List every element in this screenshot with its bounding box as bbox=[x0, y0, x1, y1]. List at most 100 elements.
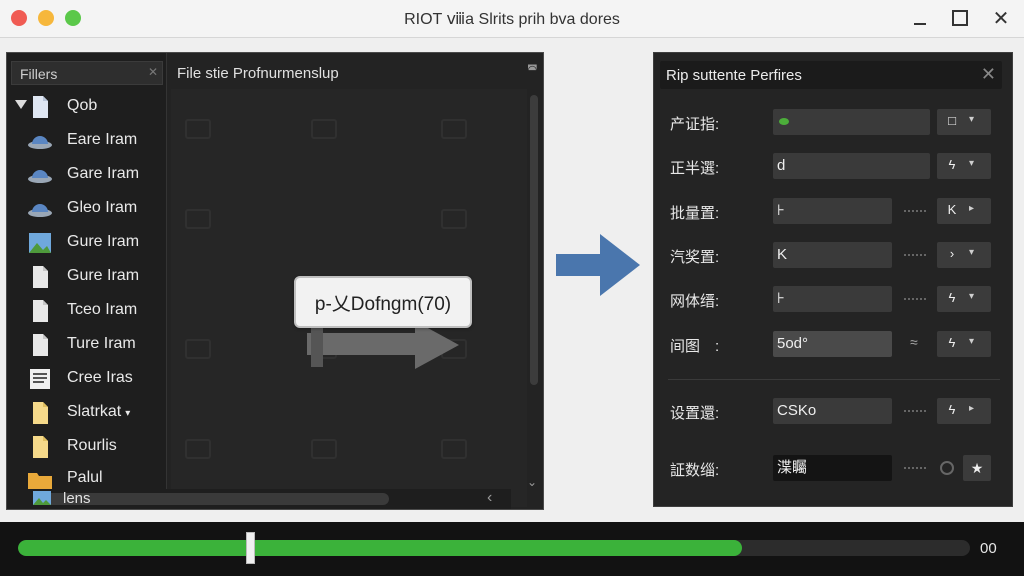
ghost-thumbnail bbox=[441, 119, 467, 139]
ghost-thumbnail bbox=[185, 439, 211, 459]
document-icon bbox=[30, 369, 50, 389]
close-button[interactable]: ✕ bbox=[987, 6, 1015, 30]
list-item[interactable]: Gure Iram bbox=[7, 261, 167, 293]
ghost-thumbnail bbox=[441, 439, 467, 459]
expand-arrow-icon[interactable] bbox=[15, 100, 27, 109]
property-button[interactable]: K ▸ bbox=[937, 198, 991, 224]
hat-icon bbox=[28, 136, 52, 149]
property-field[interactable]: ⊦ bbox=[773, 198, 892, 224]
property-label: 产证指: bbox=[670, 116, 720, 133]
property-row: 批量置: ⊦ K ▸ bbox=[654, 198, 1014, 226]
property-row: 証数缁: 渫矚 ★ bbox=[654, 455, 1014, 483]
list-item[interactable]: Eare Iram bbox=[7, 125, 167, 157]
list-item[interactable]: Slatrkat ▾ bbox=[7, 397, 167, 429]
list-item[interactable]: Cree Iras bbox=[7, 363, 167, 395]
ghost-thumbnail bbox=[311, 119, 337, 139]
vertical-scrollbar[interactable]: ◚ ⌄ bbox=[525, 61, 543, 501]
property-label: 汽奖置: bbox=[670, 249, 720, 266]
file-list-header[interactable]: Fillers ✕ bbox=[11, 61, 163, 85]
ghost-thumbnail bbox=[185, 119, 211, 139]
list-item-label: Ture Iram bbox=[67, 335, 136, 352]
list-item[interactable]: Rourlis bbox=[7, 431, 167, 463]
list-item-label: Gare Iram bbox=[67, 165, 140, 182]
property-row: 间图 : 5od° ≈ ϟ ▾ bbox=[654, 331, 1014, 359]
property-field[interactable]: K bbox=[773, 242, 892, 268]
chevron-right-icon: ▸ bbox=[969, 203, 975, 214]
property-label: 批量置: bbox=[670, 205, 720, 222]
properties-title-bar: Rip suttente Perfires ✕ bbox=[660, 61, 1002, 89]
list-item[interactable]: Ture Iram bbox=[7, 329, 167, 361]
property-button[interactable]: ϟ ▸ bbox=[937, 398, 991, 424]
scrollbar-thumb[interactable] bbox=[39, 493, 389, 505]
scroll-left-icon[interactable]: ‹ bbox=[487, 489, 492, 507]
property-button[interactable]: › ▾ bbox=[937, 242, 991, 268]
content-header[interactable]: File stie Profnurmenslup bbox=[175, 61, 530, 85]
image-icon bbox=[29, 233, 51, 253]
property-button[interactable]: ϟ ▾ bbox=[937, 286, 991, 312]
folder-icon bbox=[28, 473, 52, 489]
minimize-button[interactable] bbox=[906, 6, 934, 30]
hat-icon bbox=[28, 204, 52, 217]
property-label: 间图 : bbox=[670, 338, 720, 355]
property-button[interactable]: ϟ ▾ bbox=[937, 153, 991, 179]
selected-file-label: lens bbox=[63, 490, 91, 507]
list-item-label: Rourlis bbox=[67, 437, 117, 454]
note-icon bbox=[33, 436, 48, 458]
favorite-button[interactable]: ★ bbox=[963, 455, 991, 481]
ghost-thumbnail bbox=[185, 209, 211, 229]
square-icon: □ bbox=[948, 113, 956, 128]
property-label: 设置還: bbox=[670, 405, 720, 422]
list-item-label: Gleo Iram bbox=[67, 199, 138, 216]
lightning-icon: ϟ bbox=[948, 157, 956, 172]
property-button[interactable]: □ ▾ bbox=[937, 109, 991, 135]
maximize-icon bbox=[952, 10, 968, 26]
scroll-down-icon[interactable]: ⌄ bbox=[527, 475, 537, 489]
file-icon bbox=[33, 300, 48, 322]
chevron-right-icon: ▸ bbox=[969, 403, 975, 414]
playback-bar: 00 bbox=[0, 522, 1024, 576]
property-field[interactable]: ⊦ bbox=[773, 286, 892, 312]
ghost-thumbnail bbox=[311, 439, 337, 459]
properties-panel: Rip suttente Perfires ✕ 产证指: □ ▾ 正半選: d … bbox=[653, 52, 1013, 507]
lightning-icon: ϟ bbox=[948, 290, 956, 305]
property-field[interactable]: 5od° bbox=[773, 331, 892, 357]
title-bar: RIOT ⅷa Slrits prih bva dores ✕ bbox=[0, 0, 1024, 38]
chevron-down-icon[interactable]: ▾ bbox=[125, 408, 130, 419]
scrollbar-thumb[interactable] bbox=[530, 95, 538, 385]
property-label: 証数缁: bbox=[670, 462, 720, 479]
property-field[interactable]: CSKo bbox=[773, 398, 892, 424]
list-item[interactable]: Gure Iram bbox=[7, 227, 167, 259]
file-list-header-label: Fillers bbox=[20, 66, 58, 82]
property-row: 正半選: d ϟ ▾ bbox=[654, 153, 1014, 181]
property-button[interactable]: ϟ ▾ bbox=[937, 331, 991, 357]
list-item-label: Palul bbox=[67, 469, 103, 486]
k-icon: K bbox=[947, 202, 957, 217]
property-field[interactable]: 渫矚 bbox=[773, 455, 892, 481]
progress-fill bbox=[18, 540, 742, 556]
list-item[interactable]: Qob bbox=[7, 91, 167, 123]
property-field[interactable] bbox=[773, 109, 930, 135]
clear-filter-icon[interactable]: ✕ bbox=[148, 65, 158, 79]
status-dot-icon bbox=[779, 118, 789, 125]
property-row: 网体缙: ⊦ ϟ ▾ bbox=[654, 286, 1014, 314]
list-item-label: Cree Iras bbox=[67, 369, 133, 386]
list-item-label: Gure Iram bbox=[67, 267, 140, 284]
property-field[interactable]: d bbox=[773, 153, 930, 179]
dotted-separator bbox=[904, 298, 926, 302]
scroll-top-icon[interactable]: ◚ bbox=[527, 63, 538, 76]
list-item[interactable]: Gleo Iram bbox=[7, 193, 167, 225]
chevron-down-icon: ▾ bbox=[969, 158, 975, 169]
maximize-button[interactable] bbox=[946, 6, 974, 30]
note-icon bbox=[33, 402, 48, 424]
list-item[interactable]: Tceo Iram bbox=[7, 295, 167, 327]
progress-track[interactable] bbox=[18, 540, 970, 556]
image-icon bbox=[33, 491, 51, 505]
circle-icon[interactable] bbox=[940, 461, 954, 475]
time-label: 00 bbox=[980, 540, 997, 557]
horizontal-scrollbar[interactable]: lens ‹ bbox=[31, 489, 511, 509]
chevron-down-icon: ▾ bbox=[969, 291, 975, 302]
list-item[interactable]: Gare Iram bbox=[7, 159, 167, 191]
property-label: 网体缙: bbox=[670, 293, 720, 310]
close-icon[interactable]: ✕ bbox=[981, 64, 996, 85]
progress-handle[interactable] bbox=[246, 532, 256, 564]
